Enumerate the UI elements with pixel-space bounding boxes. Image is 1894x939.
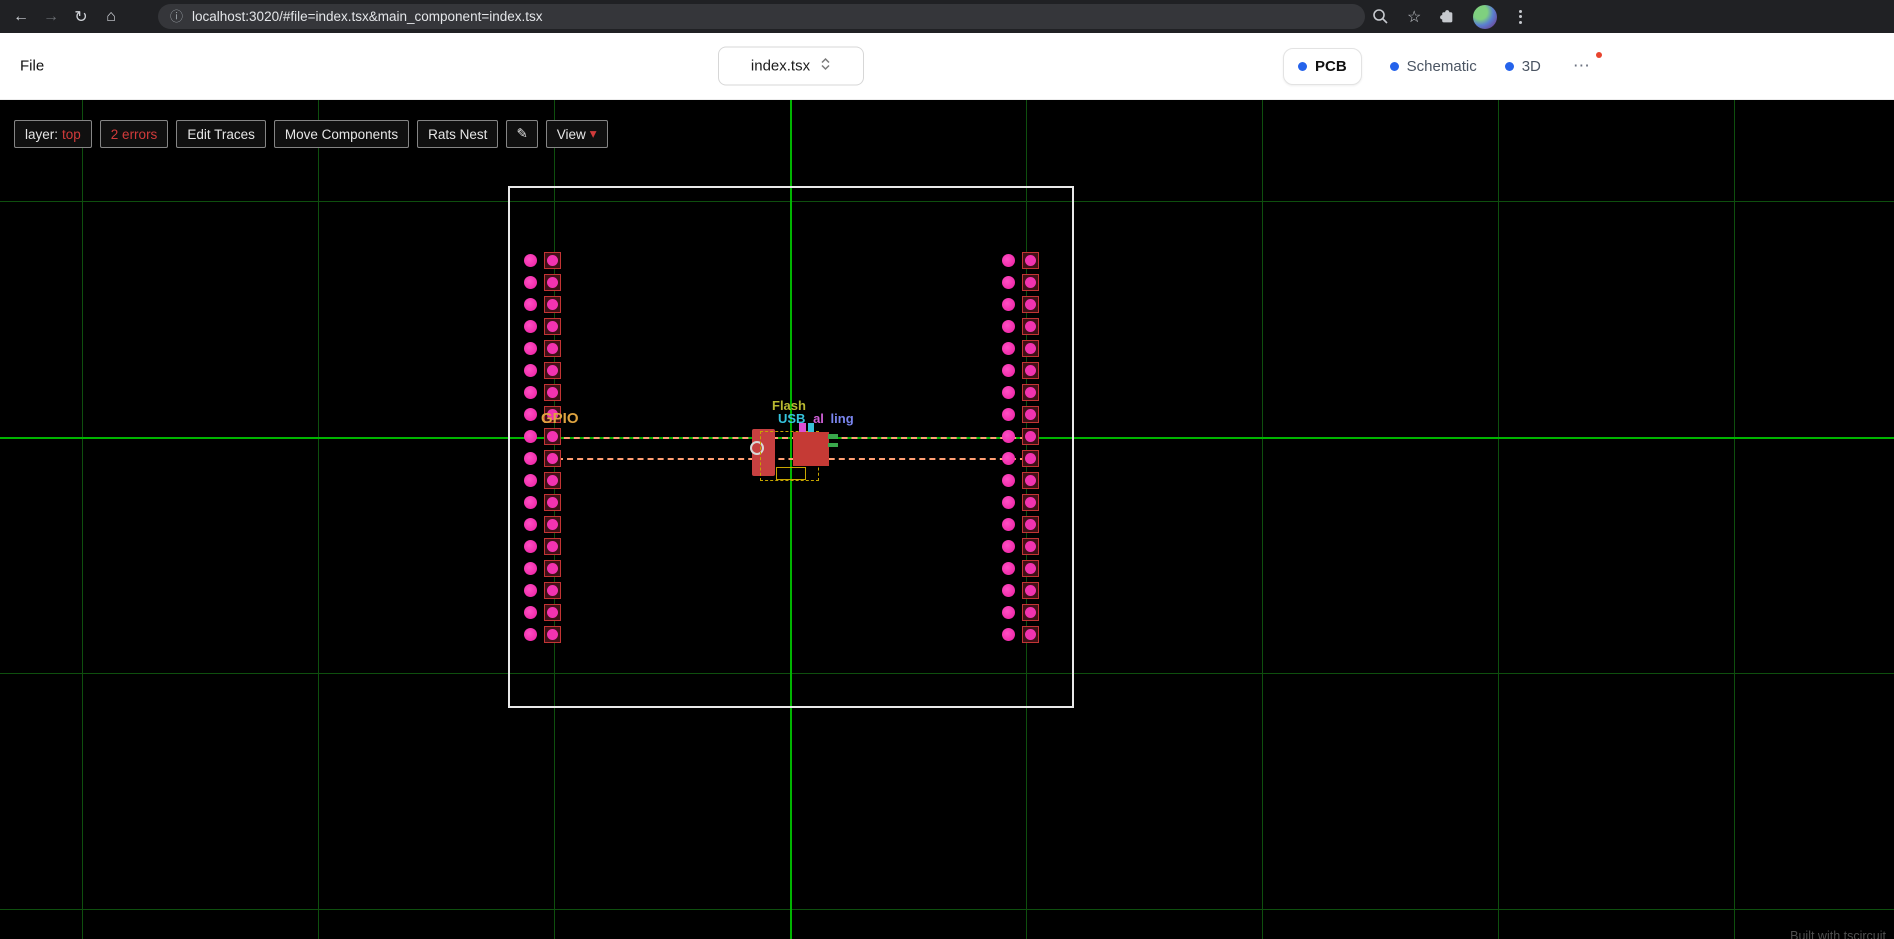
browser-toolbar: ← → ↻ ⌂ ⓘ localhost:3020/#file=index.tsx…	[0, 0, 1894, 33]
home-icon: ⌂	[106, 7, 116, 25]
pcb-toolbar: layer: top 2 errors Edit Traces Move Com…	[14, 120, 608, 148]
schematic-dot-icon	[1389, 61, 1399, 71]
pencil-tool-button[interactable]: ✎	[506, 120, 538, 148]
url-text: localhost:3020/#file=index.tsx&main_comp…	[192, 9, 543, 24]
pcb-label-usb-text: USB	[778, 411, 806, 426]
tab-pcb-label: PCB	[1315, 57, 1347, 75]
pcb-label-overlap-1: al	[813, 411, 824, 426]
view-switcher: PCB Schematic 3D ⋯	[1283, 33, 1602, 99]
errors-button[interactable]: 2 errors	[99, 120, 169, 148]
forward-icon: →	[43, 7, 59, 25]
move-components-label: Move Components	[284, 126, 399, 142]
pcb-canvas[interactable]: GPIO Flash USB al ling Built with tscirc…	[0, 100, 1894, 939]
pencil-icon: ✎	[516, 126, 528, 141]
pcb-label-overlap-2: ling	[830, 411, 854, 426]
profile-avatar[interactable]	[1473, 4, 1498, 29]
layer-label: layer:	[25, 126, 59, 142]
file-selector[interactable]: index.tsx	[718, 46, 864, 86]
watermark: Built with tscircuit	[1790, 929, 1886, 939]
smd-pad-right	[793, 432, 829, 466]
small-pad-green	[828, 443, 838, 447]
tab-3d-label: 3D	[1521, 57, 1541, 75]
caret-down-icon: ▾	[589, 126, 597, 141]
layer-value: top	[62, 126, 81, 142]
component-silkscreen	[776, 467, 806, 480]
tab-pcb[interactable]: PCB	[1283, 47, 1362, 85]
address-bar[interactable]: ⓘ localhost:3020/#file=index.tsx&main_co…	[158, 4, 1365, 29]
pcb-dot-icon	[1298, 61, 1307, 71]
browser-actions: ☆	[1372, 0, 1526, 33]
edit-traces-label: Edit Traces	[187, 126, 255, 142]
back-button[interactable]: ←	[6, 3, 36, 31]
zoom-icon[interactable]	[1372, 8, 1389, 25]
pcb-label-gpio: GPIO	[541, 410, 579, 427]
tab-3d[interactable]: 3D	[1504, 57, 1541, 75]
reload-icon: ↻	[74, 8, 88, 26]
file-selector-value: index.tsx	[750, 57, 811, 75]
3d-dot-icon	[1504, 61, 1514, 71]
extensions-icon[interactable]	[1439, 9, 1455, 25]
pcb-viewport: GPIO Flash USB al ling Built with tscirc…	[0, 100, 1894, 939]
file-menu[interactable]: File	[20, 58, 44, 75]
pcb-label-usb: USB al ling	[778, 411, 854, 426]
pcb-component-cluster[interactable]	[0, 100, 1894, 939]
view-dropdown-button[interactable]: View ▾	[545, 120, 608, 148]
tab-schematic-label: Schematic	[1406, 57, 1477, 75]
more-menu-button[interactable]: ⋯	[1569, 52, 1602, 76]
layer-button[interactable]: layer: top	[14, 120, 92, 148]
edit-traces-button[interactable]: Edit Traces	[176, 120, 266, 148]
page-info-icon[interactable]: ⓘ	[170, 10, 183, 23]
reload-button[interactable]: ↻	[66, 3, 96, 31]
tab-schematic[interactable]: Schematic	[1389, 57, 1477, 75]
home-button[interactable]: ⌂	[96, 3, 126, 31]
move-components-button[interactable]: Move Components	[273, 120, 410, 148]
rats-nest-button[interactable]: Rats Nest	[417, 120, 499, 148]
forward-button[interactable]: →	[36, 3, 66, 31]
browser-menu-icon[interactable]	[1515, 9, 1526, 24]
notification-dot	[1595, 52, 1602, 58]
errors-label: 2 errors	[110, 126, 158, 142]
back-icon: ←	[13, 7, 29, 25]
small-pad-green	[828, 434, 838, 439]
chevrons-up-down-icon	[820, 57, 831, 76]
more-icon: ⋯	[1572, 56, 1591, 75]
bookmark-star-icon[interactable]: ☆	[1407, 7, 1421, 27]
view-label: View	[556, 126, 586, 142]
rats-nest-label: Rats Nest	[428, 126, 488, 142]
app-header: File index.tsx PCB Schematic 3D ⋯	[0, 33, 1894, 100]
